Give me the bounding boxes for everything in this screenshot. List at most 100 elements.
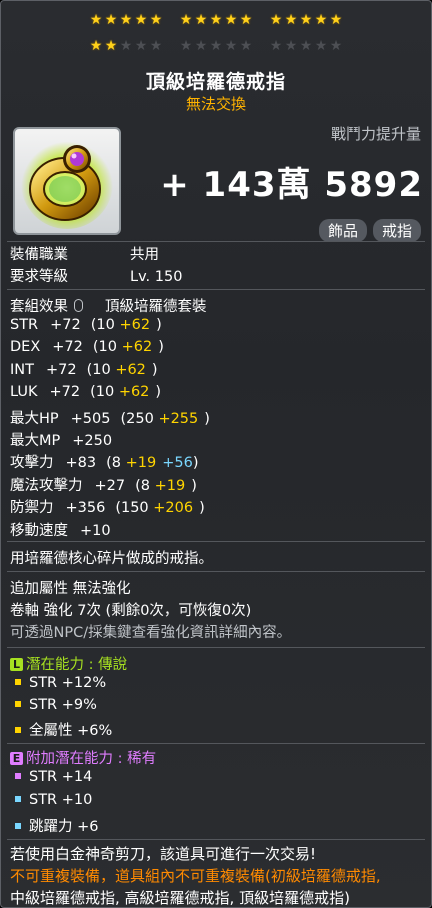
stat-detail-close: ) [156, 317, 162, 333]
potential-grade: 傳說 [98, 657, 128, 673]
star-filled-icon: ★ [299, 12, 313, 28]
set-effect-label: 套組效果 [10, 299, 68, 315]
bullet-icon [15, 773, 21, 779]
star-filled-icon: ★ [194, 12, 208, 28]
divider [7, 647, 425, 648]
divider [7, 289, 425, 290]
stat-detail-open: (10 [92, 339, 122, 355]
stat-row: 防禦力 +356 (150 +206) [10, 496, 205, 517]
star-group: ★ ★ ★ ★ ★ [179, 13, 253, 31]
potential-line: STR +12% [15, 675, 106, 691]
power-increase-value: + 143萬 5892 [160, 165, 423, 205]
star-filled-icon: ★ [314, 12, 328, 28]
potential-grade-badge: L [10, 658, 23, 671]
divider [7, 743, 425, 744]
category-tags: 飾品 戒指 [318, 219, 421, 242]
star-filled-icon: ★ [179, 12, 193, 28]
extra-info-line: 可透過NPC/採集鍵查看強化資訊詳細內容。 [10, 625, 292, 641]
star-filled-icon: ★ [104, 38, 118, 54]
additional-line-text: STR +10 [29, 792, 93, 808]
stat-row: DEX +72 (10 +62) [10, 339, 164, 355]
star-filled-icon: ★ [224, 12, 238, 28]
stat-name: 最大MP [10, 433, 61, 449]
item-description: 用培羅德核心碎片做成的戒指。 [10, 551, 213, 567]
stat-detail-open: (8 [135, 478, 155, 494]
stat-detail-close: ) [192, 455, 199, 471]
star-group: ★ ★ ★ ★ ★ [269, 39, 343, 57]
item-icon-frame [13, 127, 121, 235]
stat-detail-close: ) [151, 362, 158, 378]
additional-line-text: 跳躍力 +6 [29, 819, 99, 835]
stat-bonus-scroll: +62 [119, 317, 151, 333]
bullet-icon [15, 727, 21, 733]
bullet-icon [15, 679, 21, 685]
star-empty-icon: ★ [329, 38, 343, 54]
stat-detail-open: (10 [90, 384, 119, 400]
additional-grade-badge: E [10, 752, 23, 765]
star-filled-icon: ★ [104, 12, 118, 28]
stat-detail-close: ) [199, 500, 205, 516]
potential-line: 全屬性 +6% [15, 719, 112, 740]
star-empty-icon: ★ [149, 38, 163, 54]
stat-detail-open: (10 [86, 362, 116, 378]
star-empty-icon: ★ [194, 38, 208, 54]
category-tag: 飾品 [318, 219, 367, 242]
stat-bonus-scroll: +62 [121, 339, 153, 355]
ring-icon [21, 137, 113, 229]
star-filled-icon: ★ [89, 38, 103, 54]
stat-base: +10 [80, 523, 111, 539]
stat-detail-open: (150 [115, 500, 154, 516]
item-name: 頂級培羅德戒指 [145, 71, 286, 93]
item-tooltip: ★ ★ ★ ★ ★ ★ ★ ★ ★ ★ ★ ★ ★ ★ ★ ★ ★ ★ ★ ★ ★ ★ ★ ★ ★ ★ ★ ★ ★ ★ 頂級培羅… [0, 0, 432, 908]
stat-row: LUK +72 (10 +62) [10, 384, 161, 400]
stat-name: 防禦力 [10, 500, 54, 516]
star-filled-icon: ★ [329, 12, 343, 28]
category-tag: 戒指 [372, 219, 421, 242]
stat-detail-open: (250 [120, 411, 159, 427]
star-filled-icon: ★ [209, 12, 223, 28]
trade-status: 無法交換 [185, 95, 246, 113]
star-group: ★ ★ ★ ★ ★ [89, 39, 163, 57]
stat-row: INT +72 (10 +62) [10, 362, 158, 378]
set-effect-row[interactable]: 套組效果 頂級培羅德套裝 [10, 295, 207, 316]
stat-base: +27 [94, 478, 126, 494]
star-force-row-1: ★ ★ ★ ★ ★ ★ ★ ★ ★ ★ ★ ★ ★ ★ ★ [1, 13, 431, 31]
stat-detail-open: (8 [106, 455, 126, 471]
potential-header: L 潛在能力 : 傳說 [10, 653, 127, 674]
star-group: ★ ★ ★ ★ ★ [269, 13, 343, 31]
stat-base: +250 [72, 433, 113, 449]
stat-bonus-scroll: +19 [154, 478, 186, 494]
stat-base: +83 [65, 455, 97, 471]
additional-potential-label: 附加潛在能力 [26, 751, 113, 767]
requirement-label: 要求等級 [10, 269, 68, 285]
star-empty-icon: ★ [314, 38, 328, 54]
star-group: ★ ★ ★ ★ ★ [89, 13, 163, 31]
unique-equip-group-notice: 中級培羅德戒指, 高級培羅德戒指, 頂級培羅德戒指) [10, 889, 350, 907]
bullet-icon [15, 796, 21, 802]
additional-potential-colon: : [117, 751, 123, 767]
star-empty-icon: ★ [239, 38, 253, 54]
set-name: 頂級培羅德套裝 [105, 299, 207, 315]
additional-potential-header: E 附加潛在能力 : 稀有 [10, 747, 156, 768]
star-force-row-2: ★ ★ ★ ★ ★ ★ ★ ★ ★ ★ ★ ★ ★ ★ ★ [1, 39, 431, 57]
stat-bonus-scroll: +206 [153, 500, 194, 516]
stat-bonus-scroll: +62 [115, 362, 146, 378]
potential-line-text: STR +12% [29, 675, 107, 691]
stat-name: 移動速度 [10, 523, 68, 539]
stat-row: STR +72 (10 +62) [10, 317, 162, 333]
potential-line-text: STR +9% [29, 697, 97, 713]
stat-row: 最大MP +250 [10, 429, 128, 450]
requirement-label: 裝備職業 [10, 247, 68, 263]
stat-base: +505 [70, 411, 111, 427]
bullet-icon [15, 701, 21, 707]
potential-label: 潛在能力 [26, 657, 84, 673]
potential-colon: : [88, 657, 94, 673]
stat-name: LUK [10, 384, 38, 400]
stat-name: 最大HP [10, 411, 59, 427]
additional-line-text: STR +14 [29, 769, 93, 785]
stat-base: +356 [65, 500, 106, 516]
additional-line: STR +14 [15, 769, 92, 785]
requirement-value: 共用 [130, 247, 159, 263]
stat-row: 攻擊力 +83 (8 +19 +56) [10, 451, 199, 472]
stat-base: +72 [52, 339, 83, 355]
